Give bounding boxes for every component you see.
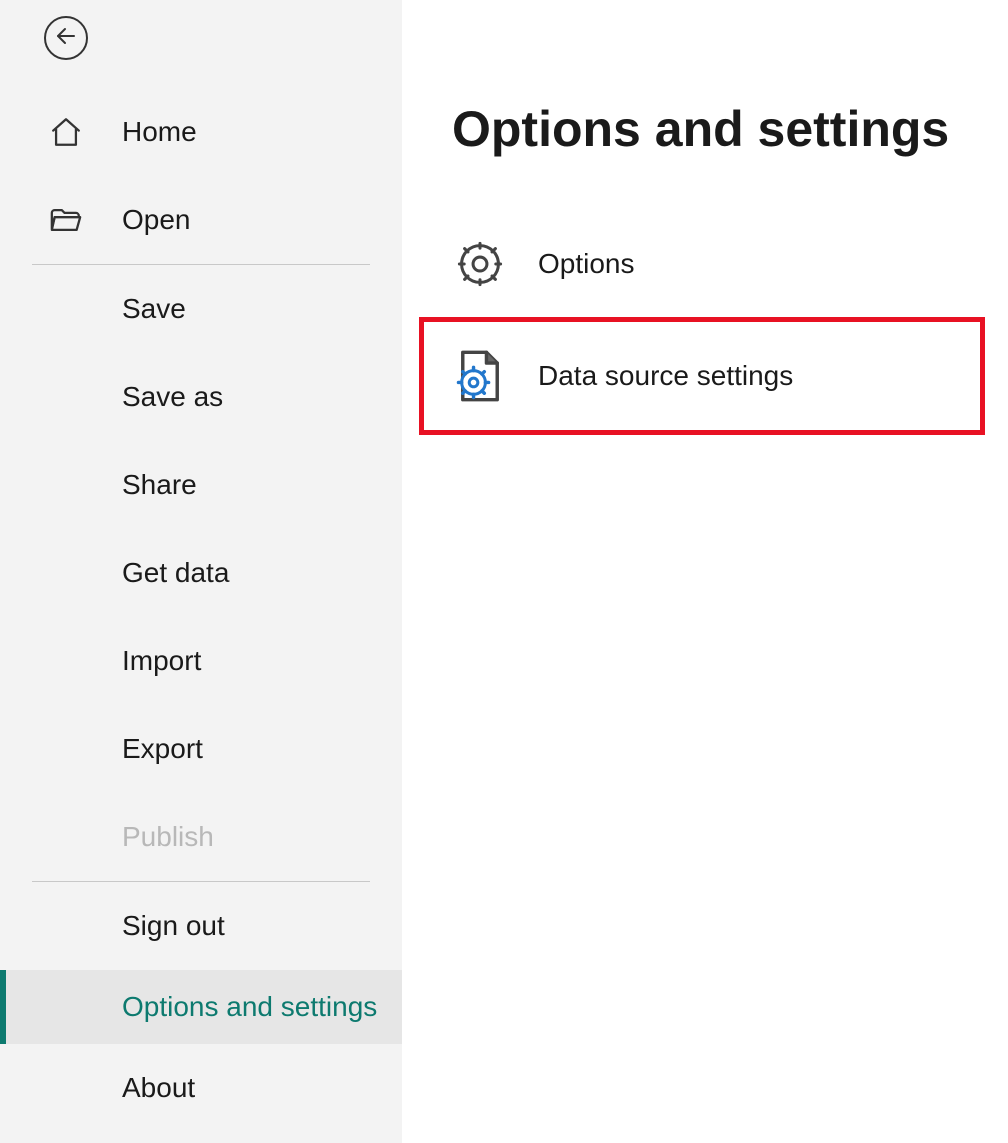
- sidebar-item-label: Save as: [122, 381, 223, 413]
- folder-open-icon: [48, 202, 84, 238]
- option-label: Options: [538, 248, 635, 280]
- gear-icon: [452, 236, 508, 292]
- sidebar-item-label: Options and settings: [122, 988, 377, 1026]
- sidebar-item-import[interactable]: Import: [0, 617, 402, 705]
- option-data-source-settings[interactable]: Data source settings: [422, 320, 982, 432]
- sidebar-item-label: Export: [122, 733, 203, 765]
- sidebar-item-label: Get data: [122, 557, 229, 589]
- sidebar-item-get-data[interactable]: Get data: [0, 529, 402, 617]
- page-title: Options and settings: [452, 100, 1008, 158]
- main-content: Options and settings Options: [402, 0, 1008, 1143]
- file-menu-sidebar: Home Open Save Save as Share Get data Im…: [0, 0, 402, 1143]
- sidebar-item-label: Save: [122, 293, 186, 325]
- sidebar-item-about[interactable]: About: [0, 1044, 402, 1132]
- option-label: Data source settings: [538, 360, 793, 392]
- sidebar-item-label: Sign out: [122, 910, 225, 942]
- sidebar-item-label: Import: [122, 645, 201, 677]
- home-icon: [48, 114, 84, 150]
- sidebar-item-save-as[interactable]: Save as: [0, 353, 402, 441]
- sidebar-item-share[interactable]: Share: [0, 441, 402, 529]
- sidebar-item-label: Share: [122, 469, 197, 501]
- option-options[interactable]: Options: [422, 208, 982, 320]
- sidebar-item-sign-out[interactable]: Sign out: [0, 882, 402, 970]
- sidebar-item-export[interactable]: Export: [0, 705, 402, 793]
- sidebar-item-home[interactable]: Home: [0, 88, 402, 176]
- back-button[interactable]: [44, 16, 88, 60]
- sidebar-item-label: Home: [122, 116, 197, 148]
- arrow-left-icon: [54, 24, 78, 53]
- sidebar-item-label: About: [122, 1072, 195, 1104]
- sidebar-item-label: Open: [122, 204, 191, 236]
- document-gear-icon: [452, 348, 508, 404]
- sidebar-item-publish: Publish: [0, 793, 402, 881]
- sidebar-item-save[interactable]: Save: [0, 265, 402, 353]
- sidebar-item-options-and-settings[interactable]: Options and settings: [0, 970, 402, 1044]
- sidebar-item-open[interactable]: Open: [0, 176, 402, 264]
- sidebar-item-label: Publish: [122, 821, 214, 853]
